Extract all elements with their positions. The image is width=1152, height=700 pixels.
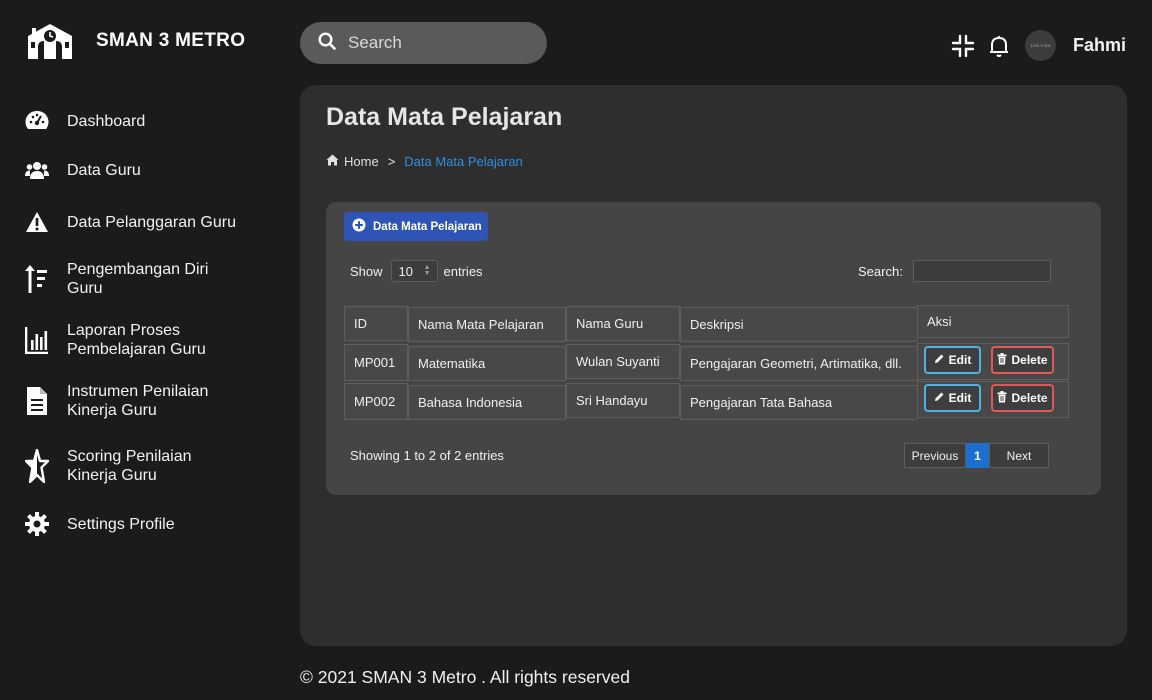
breadcrumb-current: Data Mata Pelajaran <box>404 154 523 169</box>
brand[interactable]: SMAN 3 METRO <box>26 22 245 60</box>
column-header-id[interactable]: ID <box>344 306 408 341</box>
column-header-nama-mata-pelajaran[interactable]: Nama Mata Pelajaran <box>408 307 566 342</box>
table-cell-id: MP001 <box>344 344 408 381</box>
page-1-button[interactable]: 1 <box>966 443 989 468</box>
column-header-deskripsi[interactable]: Deskripsi <box>680 307 918 342</box>
table-search-label: Search: <box>858 263 903 279</box>
edit-label: Edit <box>948 353 972 367</box>
add-button-label: Data Mata Pelajaran <box>373 220 482 233</box>
table-cell-id: MP002 <box>344 383 408 420</box>
username[interactable]: Fahmi <box>1073 35 1126 56</box>
avatar[interactable]: 1200 X 900 <box>1024 30 1056 61</box>
show-entries: Show 10 ▲ ▼ entries <box>350 260 483 282</box>
add-mata-pelajaran-button[interactable]: Data Mata Pelajaran <box>344 212 488 241</box>
previous-page-button[interactable]: Previous <box>904 443 966 468</box>
select-arrows-icon: ▲ ▼ <box>423 264 431 277</box>
table-cell-deskripsi: Pengajaran Tata Bahasa <box>680 385 918 420</box>
table-card: Data Mata Pelajaran Show 10 ▲ ▼ entries S… <box>326 202 1101 495</box>
sidebar-item-pengembangan-diri-guru[interactable]: Pengembangan Diri Guru <box>24 260 264 298</box>
school-logo-icon <box>26 22 74 60</box>
search-bar[interactable] <box>300 22 547 64</box>
pencil-icon <box>934 353 945 367</box>
table-cell-guru: Wulan Suyanti <box>566 344 680 379</box>
table-cell-mapel: Matematika <box>408 346 566 381</box>
plus-circle-icon <box>352 218 366 235</box>
sidebar-item-label: Data Guru <box>67 161 141 179</box>
sidebar-item-label: Pengembangan Diri Guru <box>67 261 209 297</box>
edit-label: Edit <box>948 391 972 405</box>
table-search-input[interactable] <box>912 260 1051 282</box>
sidebar-item-data-guru[interactable]: Data Guru <box>24 160 264 180</box>
users-icon <box>24 160 50 180</box>
gauge-icon <box>24 110 50 132</box>
sidebar-item-instrumen-penilaian[interactable]: Instrumen Penilaian Kinerja Guru <box>24 382 264 420</box>
edit-button[interactable]: Edit <box>924 384 981 412</box>
star-icon <box>24 449 50 483</box>
column-header-nama-guru[interactable]: Nama Guru <box>566 306 680 341</box>
compress-icon[interactable] <box>951 34 975 58</box>
sidebar-item-label: Data Pelanggaran Guru <box>67 213 236 231</box>
entries-label: entries <box>443 263 483 279</box>
column-header-aksi: Aksi <box>917 305 1069 338</box>
page-title: Data Mata Pelajaran <box>326 103 563 131</box>
delete-button[interactable]: Delete <box>991 346 1054 374</box>
sidebar-item-dashboard[interactable]: Dashboard <box>24 110 264 132</box>
trash-icon <box>997 352 1007 368</box>
bell-icon[interactable] <box>987 34 1011 58</box>
gear-icon <box>24 512 50 536</box>
pencil-icon <box>934 391 945 405</box>
footer-copyright: © 2021 SMAN 3 Metro . All rights reserve… <box>300 667 630 687</box>
sidebar-item-scoring-penilaian[interactable]: Scoring Penilaian Kinerja Guru <box>24 447 264 485</box>
warning-icon <box>24 211 50 233</box>
next-page-button[interactable]: Next <box>989 443 1049 468</box>
table-cell-deskripsi: Pengajaran Geometri, Artimatika, dll. <box>680 346 918 381</box>
main-panel: Data Mata Pelajaran Home > Data Mata Pel… <box>300 85 1127 646</box>
chart-icon <box>24 326 50 354</box>
entries-select[interactable]: 10 ▲ ▼ <box>390 260 438 282</box>
table-search: Search: <box>858 260 1051 282</box>
delete-label: Delete <box>1011 391 1048 405</box>
pagination: Previous 1 Next <box>904 443 1049 468</box>
trash-icon <box>997 390 1007 406</box>
breadcrumb-separator: > <box>387 154 396 169</box>
show-label: Show <box>350 263 383 279</box>
entries-select-value: 10 <box>398 263 413 279</box>
topbar-actions: 1200 X 900 Fahmi <box>939 30 1126 61</box>
delete-button[interactable]: Delete <box>991 384 1054 412</box>
sidebar-item-label: Laporan Proses Pembelajaran Guru <box>67 322 206 358</box>
table-cell-mapel: Bahasa Indonesia <box>408 385 566 420</box>
edit-button[interactable]: Edit <box>924 346 981 374</box>
breadcrumb: Home > Data Mata Pelajaran <box>326 154 523 169</box>
sort-up-icon <box>24 264 50 294</box>
sidebar-item-data-pelanggaran-guru[interactable]: Data Pelanggaran Guru <box>24 211 264 233</box>
showing-entries-text: Showing 1 to 2 of 2 entries <box>350 448 504 463</box>
sidebar-item-label: Settings Profile <box>67 515 175 533</box>
search-input[interactable] <box>348 33 528 53</box>
sidebar-item-label: Instrumen Penilaian Kinerja Guru <box>67 383 209 419</box>
brand-name: SMAN 3 METRO <box>96 30 246 51</box>
home-icon <box>326 154 339 169</box>
sidebar-item-label: Scoring Penilaian Kinerja Guru <box>67 448 192 484</box>
search-icon <box>318 31 336 55</box>
table-cell-guru: Sri Handayu <box>566 383 680 418</box>
sidebar-item-settings-profile[interactable]: Settings Profile <box>24 512 264 536</box>
document-icon <box>24 386 50 416</box>
delete-label: Delete <box>1011 353 1048 367</box>
breadcrumb-home[interactable]: Home <box>344 154 379 169</box>
sidebar-item-laporan-proses[interactable]: Laporan Proses Pembelajaran Guru <box>24 321 264 359</box>
sidebar-item-label: Dashboard <box>67 112 146 130</box>
